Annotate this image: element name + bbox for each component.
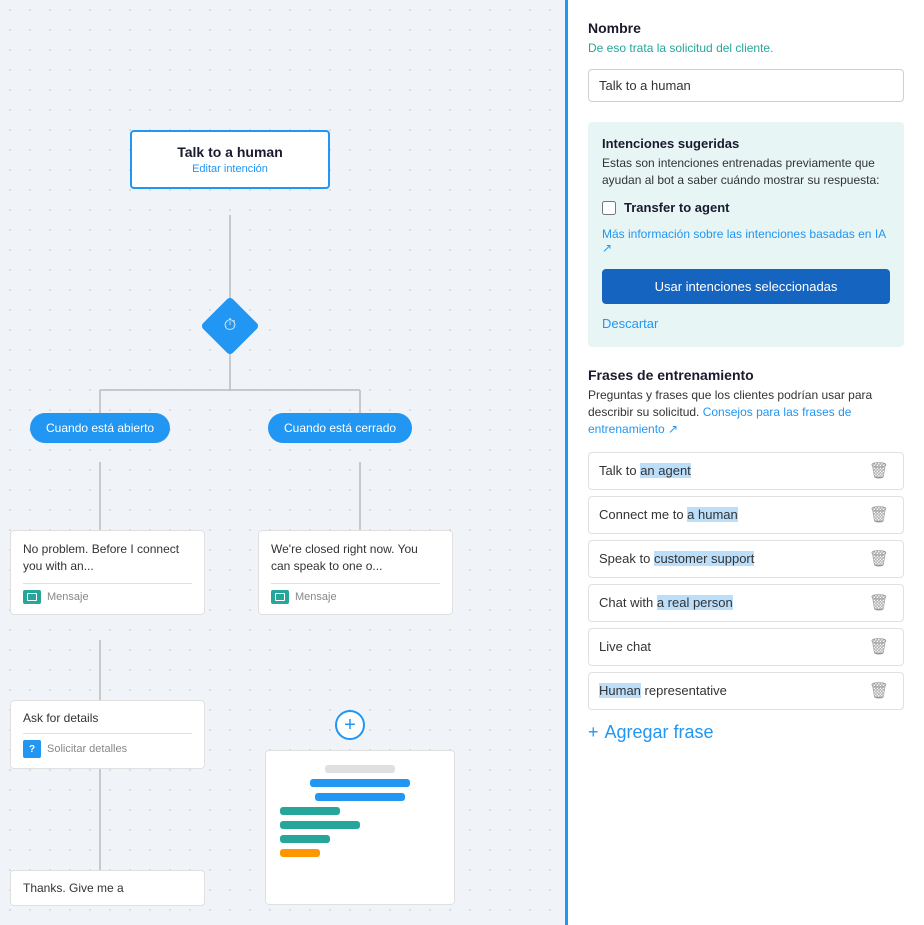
phrase-text: Chat with a real person: [599, 595, 865, 610]
node-title: Talk to a human: [148, 144, 312, 160]
add-icon: +: [588, 722, 599, 743]
tpl-line-5: [280, 821, 360, 829]
delete-phrase-button[interactable]: 🗑: [865, 637, 893, 657]
delete-phrase-button[interactable]: 🗑: [865, 681, 893, 701]
delete-phrase-button[interactable]: 🗑: [865, 505, 893, 525]
message-card-left: No problem. Before I connect you with an…: [10, 530, 205, 615]
ask-title: Ask for details: [23, 711, 192, 725]
phrase-row: Chat with a real person🗑: [588, 584, 904, 622]
tpl-line-2: [310, 779, 410, 787]
card-left-footer: Mensaje: [47, 591, 89, 603]
phrase-row: Human representative🗑: [588, 672, 904, 710]
phrase-row: Talk to an agent🗑: [588, 452, 904, 490]
nombre-desc: De eso trata la solicitud del cliente.: [588, 40, 904, 57]
ask-details-card: Ask for details ? Solicitar detalles: [10, 700, 205, 769]
card-left-text: No problem. Before I connect you with an…: [23, 541, 192, 575]
use-intents-button[interactable]: Usar intenciones seleccionadas: [602, 269, 890, 304]
discard-button[interactable]: Descartar: [602, 314, 658, 333]
branch-right-button[interactable]: Cuando está cerrado: [268, 413, 412, 443]
nombre-section: Nombre De eso trata la solicitud del cli…: [588, 20, 904, 122]
message-card-right: We're closed right now. You can speak to…: [258, 530, 453, 615]
tpl-line-3: [315, 793, 405, 801]
tpl-line-6: [280, 835, 330, 843]
add-phrase-button[interactable]: + Agregar frase: [588, 718, 714, 747]
training-title: Frases de entrenamiento: [588, 367, 904, 383]
message-icon-left: [23, 590, 41, 604]
delete-phrase-button[interactable]: 🗑: [865, 461, 893, 481]
info-link[interactable]: Más información sobre las intenciones ba…: [602, 227, 890, 255]
phrase-text: Human representative: [599, 683, 865, 698]
thanks-text: Thanks. Give me a: [23, 881, 192, 895]
card-right-text: We're closed right now. You can speak to…: [271, 541, 440, 575]
thanks-card: Thanks. Give me a: [10, 870, 205, 906]
question-icon: ?: [23, 740, 41, 758]
flow-canvas: Talk to a human Editar intención ⏱ Cuand…: [0, 0, 565, 925]
suggested-title: Intenciones sugeridas: [602, 136, 890, 151]
transfer-label: Transfer to agent: [624, 200, 729, 215]
message-icon-right: [271, 590, 289, 604]
nombre-title: Nombre: [588, 20, 904, 36]
phrase-row: Speak to customer support🗑: [588, 540, 904, 578]
right-panel: Nombre De eso trata la solicitud del cli…: [565, 0, 924, 925]
tpl-line-4: [280, 807, 340, 815]
suggested-section: Intenciones sugeridas Estas son intencio…: [588, 122, 904, 348]
add-label: Agregar frase: [605, 722, 714, 743]
checkbox-row: Transfer to agent: [602, 200, 890, 215]
tpl-line-1: [325, 765, 395, 773]
nombre-input[interactable]: [588, 69, 904, 102]
phrase-text: Talk to an agent: [599, 463, 865, 478]
phrase-row: Connect me to a human🗑: [588, 496, 904, 534]
delete-phrase-button[interactable]: 🗑: [865, 593, 893, 613]
add-node-button[interactable]: +: [335, 710, 365, 740]
top-node[interactable]: Talk to a human Editar intención: [130, 130, 330, 189]
phrase-row: Live chat🗑: [588, 628, 904, 666]
tpl-line-7: [280, 849, 320, 857]
training-section: Frases de entrenamiento Preguntas y fras…: [588, 367, 904, 746]
phrases-list: Talk to an agent🗑Connect me to a human🗑S…: [588, 452, 904, 710]
delete-phrase-button[interactable]: 🗑: [865, 549, 893, 569]
template-card: [265, 750, 455, 905]
card-right-footer: Mensaje: [295, 591, 337, 603]
branch-left-button[interactable]: Cuando está abierto: [30, 413, 170, 443]
phrase-text: Live chat: [599, 639, 865, 654]
suggested-desc: Estas son intenciones entrenadas previam…: [602, 155, 890, 189]
ask-footer: Solicitar detalles: [47, 743, 127, 755]
clock-icon: ⏱: [213, 309, 247, 343]
phrase-text: Connect me to a human: [599, 507, 865, 522]
transfer-checkbox[interactable]: [602, 201, 616, 215]
phrase-text: Speak to customer support: [599, 551, 865, 566]
node-subtitle[interactable]: Editar intención: [148, 163, 312, 175]
